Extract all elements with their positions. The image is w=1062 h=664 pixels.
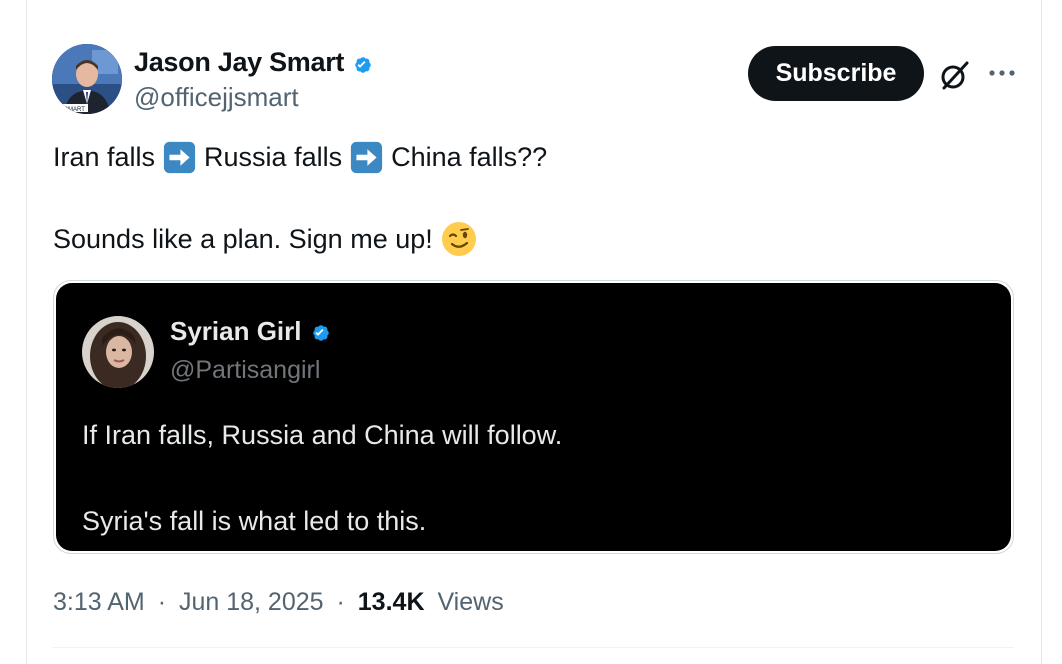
tweet-meta: 3:13 AM · Jun 18, 2025 · 13.4K Views (53, 588, 504, 617)
author-handle[interactable]: @officejjsmart (134, 82, 299, 113)
meta-separator: · (336, 588, 345, 616)
author-avatar[interactable]: SMART (52, 44, 122, 114)
tweet-time[interactable]: 3:13 AM (53, 588, 145, 616)
tweet-date[interactable]: Jun 18, 2025 (179, 588, 324, 616)
author-avatar-image: SMART (52, 44, 122, 114)
grok-icon[interactable] (936, 56, 974, 94)
quoted-author-name: Syrian Girl (170, 316, 302, 346)
quoted-author-avatar (82, 316, 154, 388)
more-options-icon[interactable] (984, 58, 1020, 88)
quoted-text-line-2: Syria's fall is what led to this. (82, 506, 427, 536)
tweet-text-segment: Sounds like a plan. Sign me up! (53, 223, 433, 254)
views-count: 13.4K (357, 588, 425, 616)
tweet-text-segment: Russia falls (204, 142, 343, 172)
quoted-author-handle: @Partisangirl (170, 356, 321, 384)
tweet-text-line-2: Sounds like a plan. Sign me up! (53, 221, 477, 257)
tweet-text-segment: Iran falls (53, 142, 156, 172)
right-arrow-emoji-icon (351, 141, 383, 174)
quoted-verified-badge-icon (313, 325, 329, 341)
views-label: Views (437, 588, 504, 616)
right-arrow-emoji-icon (163, 141, 196, 174)
quoted-text-line-1: If Iran falls, Russia and China will fol… (82, 420, 563, 450)
tweet-text-segment: China falls?? (391, 142, 548, 172)
tweet-text-line-1: Iran falls Russia falls China falls?? (53, 141, 547, 174)
winking-face-emoji-icon (441, 222, 476, 256)
subscribe-button[interactable]: Subscribe (748, 46, 924, 101)
verified-badge-icon[interactable] (348, 50, 378, 80)
author-name[interactable]: Jason Jay Smart (134, 47, 344, 78)
meta-separator: · (157, 588, 167, 616)
quoted-author-avatar-image (82, 316, 154, 388)
divider (53, 647, 1014, 648)
